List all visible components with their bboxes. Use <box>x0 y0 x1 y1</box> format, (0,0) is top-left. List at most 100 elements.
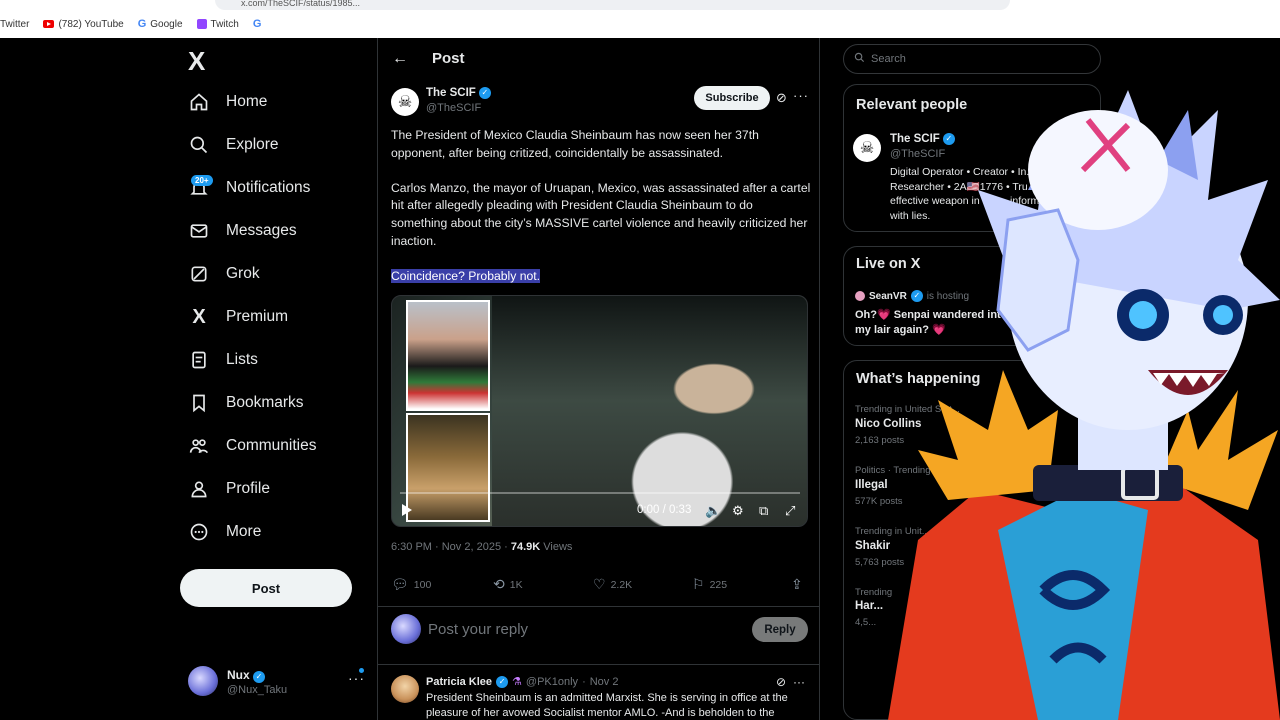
nav-label: Premium <box>226 308 289 325</box>
bookmark-icon: ⚐ <box>692 576 705 592</box>
nav-item-home[interactable]: Home <box>188 84 267 120</box>
nav-label: More <box>226 523 262 540</box>
grok-icon <box>188 263 210 285</box>
relevant-person-handle[interactable]: @TheSCIF <box>890 148 945 160</box>
address-bar-text: x.com/TheSCIF/status/1985... <box>241 0 361 8</box>
subscribe-button[interactable]: Subscribe <box>694 86 770 110</box>
more-dots-icon[interactable]: ··· <box>793 675 805 689</box>
browser-bookmarks-bar: x.com/TheSCIF/status/1985... Twitter (78… <box>0 0 1280 38</box>
reply-input[interactable]: Post your reply <box>428 621 528 638</box>
bookmark-list: Twitter (782) YouTube G Google Twitch G <box>0 17 261 31</box>
repost-count: 1K <box>509 578 523 591</box>
bookmark-twitter[interactable]: Twitter <box>0 19 29 30</box>
bookmark-label: Google <box>150 18 183 30</box>
like-action[interactable]: ♡ 2.2K <box>593 576 632 593</box>
bookmark-google[interactable]: G Google <box>138 18 183 30</box>
trend-count: 4,5... <box>855 617 877 628</box>
trend-context: Trending in United Stat... <box>855 404 960 415</box>
nav-label: Profile <box>226 480 270 497</box>
share-action[interactable]: ⇪ <box>791 576 803 593</box>
bookmark-label: Twitter <box>0 18 30 30</box>
reply-author-avatar[interactable] <box>391 675 419 703</box>
trend-count: 2,163 posts <box>855 435 905 446</box>
author-handle[interactable]: @TheSCIF <box>426 102 481 114</box>
volume-icon[interactable]: 🔈 <box>705 503 721 519</box>
host-status: is hosting <box>926 290 970 302</box>
nav-item-messages[interactable]: Messages <box>188 213 297 249</box>
grok-icon[interactable]: ⊘ <box>776 675 786 689</box>
trend-context: Trending in Unit... <box>855 526 930 537</box>
nav-item-explore[interactable]: Explore <box>188 127 279 163</box>
post-actions: 💬︎ 100 ⟲ 1K ♡ 2.2K ⚐ 225 ⇪ <box>391 576 811 596</box>
nav-item-profile[interactable]: Profile <box>188 471 270 507</box>
trend-count: 5,763 posts <box>855 557 905 568</box>
avatar <box>188 666 218 696</box>
nav-label: Bookmarks <box>226 394 304 411</box>
verified-icon: ✓ <box>478 87 491 99</box>
more-dots-icon[interactable]: ··· <box>793 88 809 103</box>
reply-action[interactable]: 💬︎ 100 <box>391 576 431 593</box>
nav-item-more[interactable]: More <box>188 514 261 550</box>
nav-item-communities[interactable]: Communities <box>188 428 316 464</box>
reply-author-handle[interactable]: @PK1only <box>526 676 578 688</box>
relevant-person-name-text: The SCIF <box>890 133 940 145</box>
reply-button[interactable]: Reply <box>752 617 808 642</box>
verified-icon: ✓ <box>496 675 509 688</box>
relevant-person-name[interactable]: The SCIF ✓ <box>890 133 955 145</box>
account-switcher[interactable]: Nux ✓ @Nux_Taku ··· <box>188 666 368 700</box>
right-sidebar: Search Relevant people ☠ The SCIF ✓ @TheS… <box>840 38 1280 720</box>
bookmark-twitch[interactable]: Twitch <box>196 18 239 30</box>
nav-item-notifications[interactable]: 20+ Notifications <box>188 170 310 206</box>
bookmark-action[interactable]: ⚐ 225 <box>692 576 727 593</box>
nav-label: Notifications <box>226 179 311 196</box>
video-player[interactable]: 0:00 / 0:33 🔈 ⚙ ⧉ ⤢ <box>391 295 808 527</box>
author-name[interactable]: The SCIF ✓ <box>426 87 491 99</box>
play-icon[interactable] <box>402 504 412 516</box>
heart-icon: ♡ <box>593 576 606 592</box>
twitch-icon <box>196 19 207 29</box>
unread-dot <box>359 668 364 673</box>
nav-item-lists[interactable]: Lists <box>188 342 258 378</box>
nav-item-premium[interactable]: X Premium <box>188 299 288 335</box>
account-name-text: Nux <box>227 668 250 682</box>
settings-icon[interactable]: ⚙ <box>732 503 744 519</box>
pip-icon[interactable]: ⧉ <box>759 503 768 519</box>
nav-item-bookmarks[interactable]: Bookmarks <box>188 385 304 421</box>
search-input[interactable]: Search <box>843 44 1101 74</box>
x-logo-icon[interactable]: X <box>188 46 205 77</box>
nav-label: Messages <box>226 222 297 239</box>
host-name: SeanVR <box>869 290 907 302</box>
live-title[interactable]: Oh?💗 Senpai wandered into my lair again?… <box>855 308 1025 337</box>
relevant-person-avatar[interactable]: ☠ <box>853 134 881 162</box>
bookmark-youtube[interactable]: (782) YouTube <box>43 19 124 30</box>
reply-author-name[interactable]: Patricia Klee <box>426 676 492 688</box>
bookmark-google-2[interactable]: G <box>253 18 262 30</box>
fullscreen-icon[interactable]: ⤢ <box>785 503 795 519</box>
post-timestamp[interactable]: 6:30 PM · Nov 2, 2025 · <box>391 541 511 553</box>
google-icon: G <box>252 18 262 30</box>
notification-badge: 20+ <box>191 175 213 186</box>
nav-label: Lists <box>226 351 258 368</box>
inset-photo-bottom <box>406 413 490 522</box>
grok-icon[interactable]: ⊘ <box>776 90 787 106</box>
share-icon: ⇪ <box>791 576 803 592</box>
comment-icon: 💬︎ <box>391 576 409 592</box>
nav-label: Communities <box>226 437 317 454</box>
relevant-person-bio: Digital Operator • Creator • In... Resea… <box>890 166 1087 222</box>
author-name-text: The SCIF <box>426 87 476 99</box>
bookmark-label: Twitch <box>210 18 239 30</box>
address-bar[interactable]: x.com/TheSCIF/status/1985... <box>215 0 1010 10</box>
bookmark-icon <box>188 392 210 414</box>
back-arrow-icon[interactable]: ← <box>392 50 408 68</box>
youtube-icon <box>43 20 55 28</box>
person-icon <box>188 478 210 500</box>
live-host[interactable]: SeanVR ✓ is hosting <box>855 290 969 302</box>
home-icon <box>188 91 210 113</box>
repost-action[interactable]: ⟲ 1K <box>493 576 523 593</box>
post-paragraph: Carlos Manzo, the mayor of Uruapan, Mexi… <box>391 180 811 248</box>
video-progress-bar[interactable] <box>400 492 800 494</box>
post-button[interactable]: Post <box>180 569 352 607</box>
nav-item-grok[interactable]: Grok <box>188 256 260 292</box>
author-avatar[interactable]: ☠ <box>391 88 419 116</box>
reply-date[interactable]: Nov 2 <box>590 676 619 688</box>
